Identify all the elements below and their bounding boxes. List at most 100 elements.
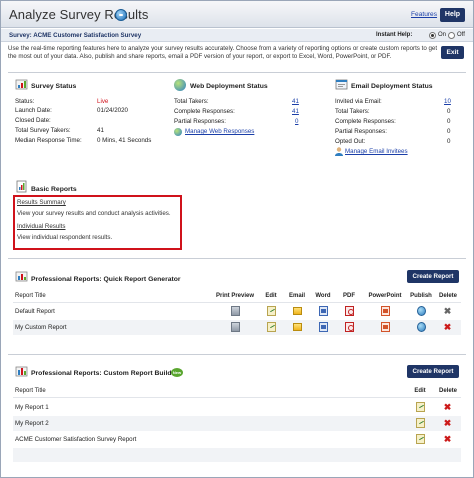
survey-status-title: Survey Status [31,83,77,90]
publish-icon[interactable] [417,306,426,316]
web-total-takers-value[interactable]: 41 [292,98,299,105]
custom-report-icon [15,366,28,377]
web-complete-responses-value[interactable]: 41 [292,108,299,115]
individual-results-desc: View individual respondent results. [17,234,113,241]
print-preview-icon[interactable] [231,322,240,332]
quick-report-icon [15,271,28,282]
pdf-icon[interactable] [345,306,354,316]
divider [8,354,466,355]
survey-status-icon [15,79,28,90]
col-print-preview: Print Preview [215,293,254,299]
web-deployment-title: Web Deployment Status [190,83,268,90]
powerpoint-icon[interactable] [381,322,390,332]
custom-report-row-title[interactable]: My Report 1 [15,404,49,411]
delete-icon-disabled: ✖ [443,306,452,316]
manage-web-responses-link[interactable]: Manage Web Responses [185,128,254,135]
pdf-icon[interactable] [345,322,354,332]
web-partial-responses-label: Partial Responses: [174,118,226,125]
opted-out-value: 0 [447,138,451,145]
quick-report-row-title[interactable]: Default Report [15,308,55,315]
col-email: Email [288,293,305,299]
word-icon[interactable] [319,306,328,316]
individual-results-link[interactable]: Individual Results [17,223,66,230]
quick-create-report-button[interactable]: Create Report [407,270,459,283]
globe-icon [174,79,186,91]
divider [8,72,466,73]
col-report-title: Report Title [15,388,46,394]
row-separator [13,397,461,398]
email-complete-responses-value: 0 [447,118,451,125]
edit-icon[interactable] [416,402,425,412]
web-partial-responses-value[interactable]: 0 [295,118,298,125]
email-icon[interactable] [293,323,302,331]
instant-help-off-label: Off [457,32,465,38]
word-icon[interactable] [319,322,328,332]
edit-icon[interactable] [416,418,425,428]
survey-name: Survey: ACME Customer Satisfaction Surve… [9,32,142,39]
divider [8,258,466,259]
col-pdf: PDF [343,293,355,299]
help-button[interactable]: Help [440,8,465,22]
instant-help-label: Instant Help: [376,32,413,38]
edit-icon[interactable] [416,434,425,444]
custom-create-report-button[interactable]: Create Report [407,365,459,378]
manage-email-icon [335,147,343,156]
web-total-takers-label: Total Takers: [174,98,209,105]
custom-report-title: Professional Reports: Custom Report Buil… [31,370,178,377]
header-bar: Analyze Survey Results Features Help [1,1,473,28]
delete-icon[interactable]: ✖ [443,418,452,428]
email-deployment-title: Email Deployment Status [351,83,433,90]
delete-icon[interactable]: ✖ [443,322,452,332]
manage-email-invitees-link[interactable]: Manage Email Invitees [345,148,408,155]
total-survey-takers-label: Total Survey Takers: [15,127,71,134]
launch-date-value: 01/24/2020 [97,107,128,114]
intro-text: Use the real-time reporting features her… [8,45,438,61]
results-summary-desc: View your survey results and conduct ana… [17,210,171,217]
custom-report-row-title[interactable]: ACME Customer Satisfaction Survey Report [15,436,136,443]
page-title: Analyze Survey Results [9,7,149,22]
edit-icon[interactable] [267,306,276,316]
table-row-alt [13,448,461,462]
launch-date-label: Launch Date: [15,107,52,114]
instant-help-on-radio[interactable] [429,32,436,39]
basic-reports-icon [16,180,27,193]
powerpoint-icon[interactable] [381,306,390,316]
exit-button[interactable]: Exit [441,46,464,59]
col-word: Word [315,293,331,299]
edit-icon[interactable] [267,322,276,332]
results-summary-link[interactable]: Results Summary [17,199,66,206]
col-edit: Edit [265,293,277,299]
instant-help-on-label: On [438,32,447,38]
quick-report-title: Professional Reports: Quick Report Gener… [31,276,181,283]
closed-date-label: Closed Date: [15,117,51,124]
invited-via-email-value[interactable]: 10 [444,98,451,105]
publish-icon[interactable] [417,322,426,332]
quick-report-row-title[interactable]: My Custom Report [15,324,67,331]
delete-icon[interactable]: ✖ [443,402,452,412]
row-separator [13,302,461,303]
new-badge: New [171,368,183,377]
help-icon[interactable] [115,9,127,21]
col-report-title: Report Title [15,293,46,299]
col-powerpoint: PowerPoint [368,293,402,299]
status-value: Live [97,98,109,105]
instant-help-off-radio[interactable] [448,32,455,39]
invited-via-email-label: Invited via Email: [335,98,382,105]
email-complete-responses-label: Complete Responses: [335,118,396,125]
email-partial-responses-value: 0 [447,128,451,135]
total-survey-takers-value: 41 [97,127,104,134]
email-icon[interactable] [293,307,302,315]
status-label: Status: [15,98,35,105]
median-response-time-value: 0 Mins, 41 Seconds [97,137,152,144]
delete-icon[interactable]: ✖ [443,434,452,444]
custom-report-row-title[interactable]: My Report 2 [15,420,49,427]
col-delete: Delete [438,293,457,299]
web-complete-responses-label: Complete Responses: [174,108,235,115]
basic-reports-title: Basic Reports [31,186,77,193]
table-row-alt [13,416,461,431]
print-preview-icon[interactable] [231,306,240,316]
email-deployment-icon [335,79,348,90]
opted-out-label: Opted Out: [335,138,366,145]
features-link[interactable]: Features [411,11,437,18]
col-delete: Delete [438,388,457,394]
